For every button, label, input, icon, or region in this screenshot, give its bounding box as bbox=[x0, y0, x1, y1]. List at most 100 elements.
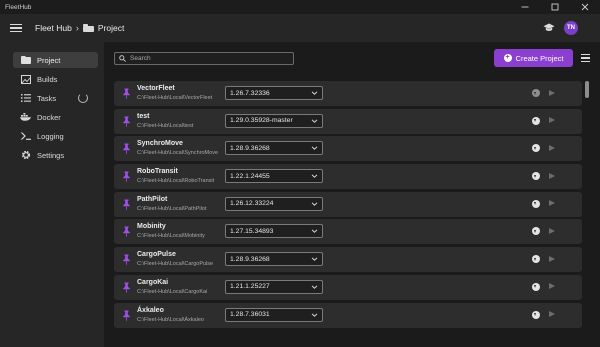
sidebar-item-builds[interactable]: Builds bbox=[13, 71, 98, 87]
tasks-icon bbox=[20, 93, 31, 104]
chevron-down-icon bbox=[311, 119, 318, 123]
sidebar-item-label: Docker bbox=[37, 112, 61, 122]
project-path: C:\Fleet-Hub\Local\PathPilot bbox=[137, 205, 207, 212]
create-project-button[interactable]: + Create Project bbox=[494, 49, 573, 67]
pin-icon[interactable] bbox=[122, 254, 131, 265]
play-icon[interactable] bbox=[549, 89, 555, 96]
play-icon[interactable] bbox=[549, 200, 555, 207]
sidebar-item-project[interactable]: Project bbox=[13, 52, 98, 68]
version-value: 1.28.9.36268 bbox=[230, 144, 270, 152]
project-row[interactable]: VectorFleet C:\Fleet-Hub\Local\VectorFle… bbox=[114, 81, 582, 106]
title-bar: FleetHub bbox=[0, 0, 600, 14]
project-row[interactable]: CargoKai C:\Fleet-Hub\Local\CargoKai 1.2… bbox=[114, 274, 582, 300]
play-icon[interactable] bbox=[549, 144, 555, 151]
pin-icon[interactable] bbox=[122, 143, 131, 155]
project-path: C:\Fleet-Hub\Local\Áxkaleo bbox=[137, 316, 204, 323]
breadcrumb-home[interactable]: Fleet Hub bbox=[35, 23, 72, 33]
chevron-down-icon bbox=[311, 285, 318, 289]
pin-icon[interactable] bbox=[122, 282, 131, 293]
sidebar-item-logging[interactable]: Logging bbox=[13, 128, 98, 144]
project-row[interactable]: test C:\Fleet-Hub\Local\test 1.29.0.3592… bbox=[114, 108, 582, 134]
terminal-icon bbox=[20, 131, 31, 142]
version-value: 1.29.0.35928-master bbox=[230, 117, 293, 125]
project-row[interactable]: PathPilot C:\Fleet-Hub\Local\PathPilot 1… bbox=[114, 191, 582, 217]
search-icon bbox=[119, 55, 126, 62]
sidebar-item-tasks[interactable]: Tasks bbox=[13, 90, 98, 106]
play-icon[interactable] bbox=[549, 283, 555, 290]
play-icon[interactable] bbox=[549, 117, 555, 124]
chevron-down-icon bbox=[311, 257, 318, 262]
play-icon[interactable] bbox=[549, 227, 555, 234]
breadcrumb: Fleet Hub › Project bbox=[35, 23, 124, 33]
project-list: VectorFleet C:\Fleet-Hub\Local\VectorFle… bbox=[114, 81, 582, 330]
plus-circle-icon: + bbox=[503, 54, 512, 62]
download-icon[interactable] bbox=[532, 255, 540, 264]
search-input[interactable] bbox=[130, 55, 280, 62]
play-icon[interactable] bbox=[549, 255, 555, 262]
scrollbar-thumb[interactable] bbox=[585, 81, 589, 98]
avatar[interactable]: TN bbox=[564, 21, 578, 35]
project-row[interactable]: SynchroMove C:\Fleet-Hub\Local\SynchroMo… bbox=[114, 136, 582, 162]
project-row[interactable]: CargoPulse C:\Fleet-Hub\Local\CargoPulse… bbox=[114, 247, 582, 273]
loading-spinner-icon bbox=[78, 93, 88, 103]
sidebar-item-label: Settings bbox=[37, 150, 65, 160]
version-select[interactable]: 1.26.7.32336 bbox=[225, 86, 323, 100]
project-row[interactable]: Áxkaleo C:\Fleet-Hub\Local\Áxkaleo 1.28.… bbox=[114, 302, 582, 328]
minimize-button[interactable] bbox=[510, 0, 540, 14]
play-icon[interactable] bbox=[549, 311, 555, 317]
version-select[interactable]: 1.22.1.24455 bbox=[225, 169, 323, 184]
graduation-cap-icon[interactable] bbox=[542, 21, 556, 35]
version-value: 1.28.7.36031 bbox=[230, 311, 270, 318]
version-value: 1.26.12.33224 bbox=[230, 200, 274, 208]
pin-icon[interactable] bbox=[122, 116, 131, 127]
search-box[interactable] bbox=[114, 52, 294, 65]
download-icon[interactable] bbox=[532, 282, 540, 291]
menu-toggle-icon[interactable] bbox=[10, 23, 22, 33]
project-path: C:\Fleet-Hub\Local\RoboTransit bbox=[137, 178, 215, 185]
close-button[interactable] bbox=[570, 0, 600, 14]
play-icon[interactable] bbox=[549, 172, 555, 179]
version-select[interactable]: 1.27.15.34893 bbox=[225, 224, 323, 239]
project-path: C:\Fleet-Hub\Local\VectorFleet bbox=[137, 95, 213, 101]
download-icon[interactable] bbox=[532, 89, 540, 97]
minimize-icon bbox=[521, 6, 529, 8]
list-view-icon[interactable] bbox=[581, 54, 590, 62]
project-path: C:\Fleet-Hub\Local\test bbox=[137, 122, 194, 129]
download-icon[interactable] bbox=[532, 172, 540, 181]
project-row[interactable]: RoboTransit C:\Fleet-Hub\Local\RoboTrans… bbox=[114, 164, 582, 190]
image-icon bbox=[20, 74, 31, 85]
sidebar-item-docker[interactable]: Docker bbox=[13, 109, 98, 125]
pin-icon[interactable] bbox=[122, 88, 131, 99]
pin-icon[interactable] bbox=[122, 199, 131, 210]
folder-icon bbox=[82, 24, 94, 32]
version-select[interactable]: 1.28.7.36031 bbox=[225, 307, 323, 322]
maximize-button[interactable] bbox=[540, 0, 570, 14]
chevron-down-icon bbox=[311, 229, 318, 234]
pin-icon[interactable] bbox=[122, 171, 131, 182]
project-name: PathPilot bbox=[137, 195, 168, 203]
download-icon[interactable] bbox=[532, 227, 540, 236]
download-icon[interactable] bbox=[532, 199, 540, 208]
project-path: C:\Fleet-Hub\Local\SynchroMove bbox=[137, 150, 219, 157]
project-name: RoboTransit bbox=[137, 168, 178, 176]
pin-icon[interactable] bbox=[122, 226, 131, 238]
sidebar-item-settings[interactable]: Settings bbox=[13, 147, 98, 163]
download-icon[interactable] bbox=[532, 116, 540, 125]
pin-icon[interactable] bbox=[122, 310, 131, 321]
version-value: 1.27.15.34893 bbox=[230, 227, 274, 235]
app-bar: Fleet Hub › Project TN bbox=[0, 14, 600, 42]
project-row[interactable]: Mobinity C:\Fleet-Hub\Local\Mobinity 1.2… bbox=[114, 219, 582, 245]
version-value: 1.22.1.24455 bbox=[230, 172, 270, 180]
sidebar: Project Builds Tasks Docker Logging Sett… bbox=[0, 42, 104, 347]
version-select[interactable]: 1.26.12.33224 bbox=[225, 196, 323, 211]
version-select[interactable]: 1.28.9.36268 bbox=[225, 252, 323, 267]
version-value: 1.21.1.25227 bbox=[230, 283, 270, 291]
sidebar-item-label: Tasks bbox=[37, 93, 57, 103]
sidebar-item-label: Logging bbox=[37, 131, 64, 141]
download-icon[interactable] bbox=[532, 310, 540, 319]
scrollbar[interactable] bbox=[584, 81, 589, 347]
version-select[interactable]: 1.29.0.35928-master bbox=[225, 113, 323, 128]
version-select[interactable]: 1.28.9.36268 bbox=[225, 141, 323, 156]
download-icon[interactable] bbox=[532, 144, 540, 153]
version-select[interactable]: 1.21.1.25227 bbox=[225, 279, 323, 294]
